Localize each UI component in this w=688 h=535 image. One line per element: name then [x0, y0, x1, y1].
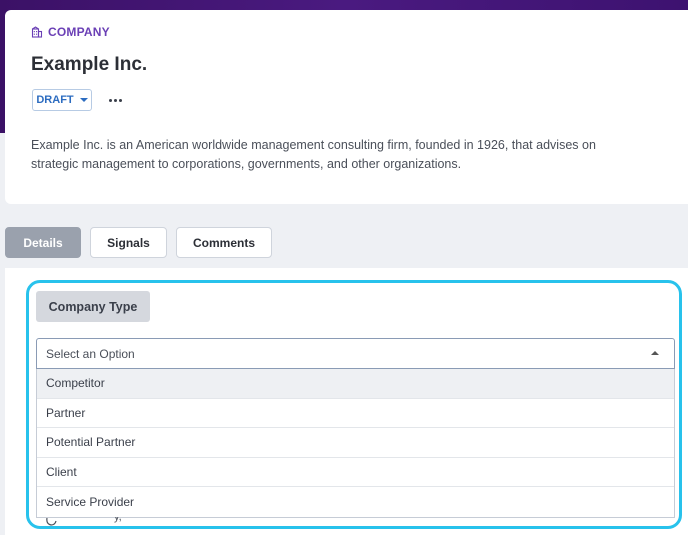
option-service-provider[interactable]: Service Provider	[37, 487, 674, 517]
page-title: Example Inc.	[31, 54, 148, 75]
option-partner[interactable]: Partner	[37, 399, 674, 429]
option-client[interactable]: Client	[37, 458, 674, 488]
entity-type-text: COMPANY	[48, 25, 110, 39]
entity-type-label: COMPANY	[31, 25, 110, 39]
status-dropdown-label: DRAFT	[36, 94, 74, 106]
dropdown-options-list: Competitor Partner Potential Partner Cli…	[36, 369, 675, 518]
record-description: Example Inc. is an American worldwide ma…	[31, 138, 596, 171]
partial-text: y,	[114, 517, 122, 523]
tab-details[interactable]: Details	[5, 227, 81, 258]
dot	[113, 98, 117, 102]
building-icon	[31, 26, 43, 38]
partial-icon	[45, 515, 59, 533]
chevron-up-icon	[651, 351, 659, 355]
status-dropdown[interactable]: DRAFT	[32, 89, 92, 111]
more-options-icon[interactable]	[105, 90, 125, 110]
select-placeholder: Select an Option	[46, 346, 135, 361]
tab-comments[interactable]: Comments	[176, 227, 272, 258]
dot	[108, 98, 112, 102]
dot	[118, 98, 122, 102]
company-type-select[interactable]: Select an Option	[36, 338, 675, 369]
option-competitor[interactable]: Competitor	[37, 369, 674, 399]
option-potential-partner[interactable]: Potential Partner	[37, 428, 674, 458]
tab-signals[interactable]: Signals	[90, 227, 167, 258]
field-label: Company Type	[36, 291, 150, 322]
chevron-down-icon	[79, 98, 88, 102]
tab-bar: Details Signals Comments	[5, 227, 272, 258]
